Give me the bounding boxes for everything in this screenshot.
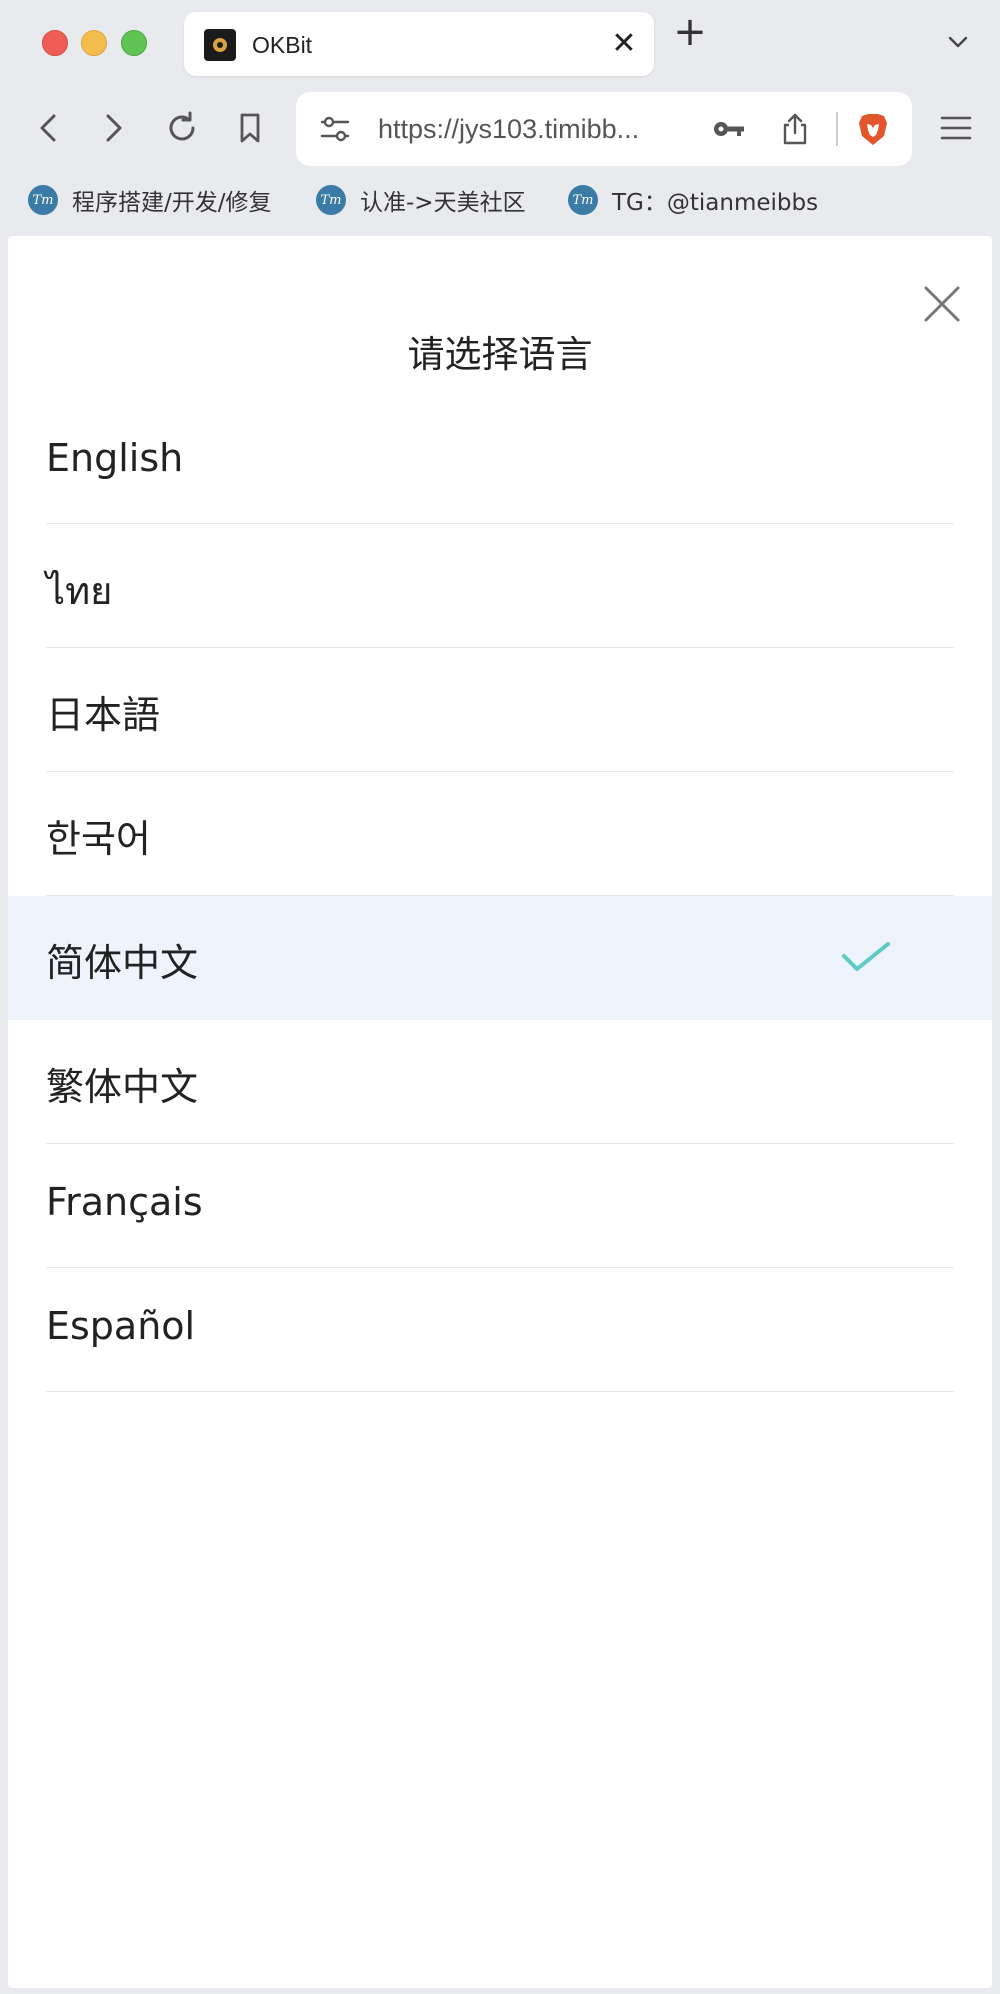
tab-strip: OKBit ✕ +	[0, 0, 1000, 84]
language-label: 繁体中文	[46, 1065, 199, 1109]
tab-title: OKBit	[252, 32, 313, 58]
language-label: 日本語	[46, 693, 161, 737]
language-option-traditional-chinese[interactable]: 繁体中文	[8, 1020, 992, 1144]
bookmarks-bar: Tm 程序搭建/开发/修复 Tm 认准->天美社区 Tm TG：@tianmei…	[0, 174, 1000, 226]
browser-tab[interactable]: OKBit ✕	[184, 12, 654, 76]
divider	[46, 1391, 954, 1392]
reload-icon[interactable]	[160, 106, 204, 150]
browser-toolbar: https://jys103.timibb...	[0, 84, 1000, 174]
tab-close-icon[interactable]: ✕	[610, 29, 638, 59]
language-option-simplified-chinese[interactable]: 简体中文	[8, 896, 992, 1020]
tianmei-logo-icon: Tm	[28, 185, 58, 215]
tianmei-logo-icon: Tm	[316, 185, 346, 215]
tianmei-logo-icon: Tm	[568, 185, 598, 215]
close-window-button[interactable]	[42, 30, 68, 56]
bookmark-item[interactable]: Tm TG：@tianmeibbs	[568, 182, 818, 218]
language-label: Français	[46, 1180, 203, 1224]
chevron-down-icon[interactable]	[946, 30, 970, 54]
checkmark-icon	[842, 942, 890, 971]
address-bar[interactable]: https://jys103.timibb...	[296, 92, 912, 166]
url-text[interactable]: https://jys103.timibb...	[378, 114, 639, 145]
back-arrow-icon[interactable]	[26, 106, 70, 150]
share-icon[interactable]	[776, 110, 814, 148]
bookmark-label: 认准->天美社区	[360, 190, 526, 216]
minimize-window-button[interactable]	[81, 30, 107, 56]
language-option-korean[interactable]: 한국어	[8, 772, 992, 896]
bookmark-icon[interactable]	[228, 106, 272, 150]
language-label: 한국어	[46, 817, 151, 861]
bookmark-item[interactable]: Tm 认准->天美社区	[316, 182, 526, 218]
language-option-spanish[interactable]: Español	[8, 1268, 992, 1392]
language-option-english[interactable]: English	[8, 400, 992, 524]
okbit-favicon-icon	[204, 29, 236, 61]
language-option-japanese[interactable]: 日本語	[8, 648, 992, 772]
site-settings-icon[interactable]	[316, 110, 354, 148]
modal-title: 请选择语言	[407, 333, 593, 376]
language-label: Español	[46, 1304, 196, 1348]
bookmark-item[interactable]: Tm 程序搭建/开发/修复	[28, 182, 272, 218]
key-icon[interactable]	[710, 110, 748, 148]
hamburger-menu-icon[interactable]	[934, 106, 978, 150]
zoom-window-button[interactable]	[121, 30, 147, 56]
brave-lion-icon[interactable]	[854, 110, 892, 148]
language-label: ไทย	[46, 569, 113, 613]
language-label: English	[46, 436, 184, 480]
bookmark-label: TG：@tianmeibbs	[612, 190, 819, 216]
toolbar-divider	[836, 112, 838, 146]
new-tab-button[interactable]: +	[672, 12, 708, 52]
browser-window: OKBit ✕ + https://jys103.timibb... Tm 程序…	[0, 0, 1000, 1994]
language-list: English ไทย 日本語 한국어 简体中文 繁体中文 Français E…	[8, 400, 992, 1392]
bookmark-label: 程序搭建/开发/修复	[72, 190, 272, 216]
language-label: 简体中文	[46, 941, 199, 985]
language-option-french[interactable]: Français	[8, 1144, 992, 1268]
forward-arrow-icon[interactable]	[92, 106, 136, 150]
language-modal: 请选择语言 English ไทย 日本語 한국어 简体中文 繁体中文 Fran…	[8, 236, 992, 1988]
language-option-thai[interactable]: ไทย	[8, 524, 992, 648]
